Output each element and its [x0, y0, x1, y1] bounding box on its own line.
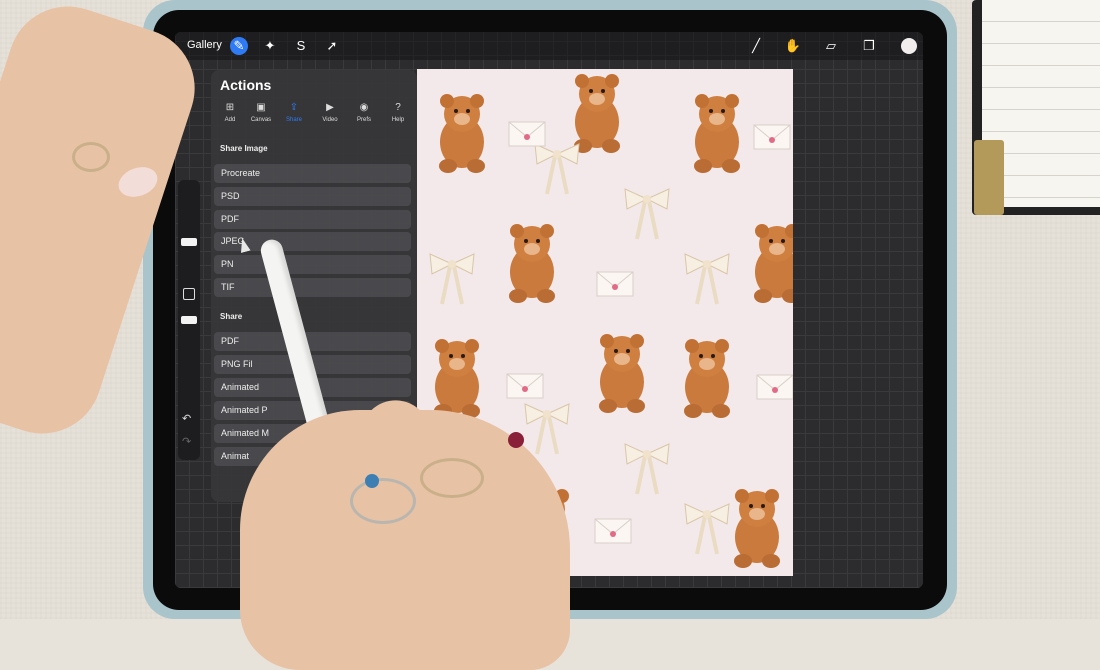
tab-video-label: Video [322, 117, 338, 123]
share-tiff-option[interactable]: TIF [214, 278, 411, 297]
help-icon: ? [395, 102, 401, 113]
canvas-icon: ▣ [256, 102, 266, 113]
add-icon: ⊞ [225, 102, 235, 113]
share-pdf-option[interactable]: PDF [214, 210, 411, 229]
share-png-option[interactable]: PN [214, 255, 411, 274]
tab-add[interactable]: ⊞ Add [213, 102, 247, 123]
tab-canvas[interactable]: ▣ Canvas [244, 102, 278, 123]
eraser-icon[interactable]: ▱ [822, 37, 840, 55]
brush-size-slider[interactable] [181, 238, 197, 246]
share-layers-heading: Share [220, 312, 243, 321]
share-psd-option[interactable]: PSD [214, 187, 411, 206]
tab-share-label: Share [285, 117, 302, 123]
undo-icon[interactable]: ↶ [182, 412, 191, 425]
tab-video[interactable]: ▶ Video [313, 102, 347, 123]
layers-icon[interactable]: ❐ [860, 37, 878, 55]
brush-icon[interactable]: ╱ [747, 37, 765, 55]
share-icon: ⇪ [289, 102, 299, 113]
tab-help-label: Help [391, 117, 405, 123]
toggle-icon: ◉ [359, 102, 369, 113]
top-toolbar: Gallery ✎ ✦ S ➚ ╱ ✋ ▱ ❐ [175, 32, 923, 60]
redo-icon[interactable]: ↷ [182, 435, 191, 448]
modify-button[interactable] [183, 288, 195, 300]
ring-silver [350, 478, 416, 524]
tab-prefs-label: Prefs [356, 117, 371, 123]
selection-icon[interactable]: S [292, 37, 310, 55]
tab-share[interactable]: ⇪ Share [277, 102, 311, 123]
wrench-icon[interactable]: ✎ [230, 37, 248, 55]
ring-gold [420, 458, 484, 498]
color-picker-button[interactable] [901, 38, 917, 54]
tab-canvas-label: Canvas [250, 117, 272, 123]
ring-evil-eye [365, 474, 379, 488]
opacity-slider[interactable] [181, 316, 197, 324]
notebook [972, 0, 1100, 215]
actions-title: Actions [220, 77, 272, 93]
magic-wand-icon[interactable]: ✦ [261, 37, 279, 55]
transform-arrow-icon[interactable]: ➚ [323, 37, 341, 55]
video-icon: ▶ [326, 102, 334, 113]
share-procreate-option[interactable]: Procreate [214, 164, 411, 183]
gallery-button[interactable]: Gallery [187, 39, 222, 51]
left-sidebar: ↶ ↷ [178, 180, 200, 460]
share-layers-pdf-option[interactable]: PDF [214, 332, 411, 351]
ring-gem [508, 432, 524, 448]
share-image-heading: Share Image [220, 144, 268, 153]
smudge-icon[interactable]: ✋ [784, 37, 802, 55]
tab-add-label: Add [224, 117, 236, 123]
tab-help[interactable]: ? Help [381, 102, 415, 123]
tab-prefs[interactable]: ◉ Prefs [347, 102, 381, 123]
notebook-binding [974, 140, 1004, 215]
ring-left [72, 142, 110, 172]
